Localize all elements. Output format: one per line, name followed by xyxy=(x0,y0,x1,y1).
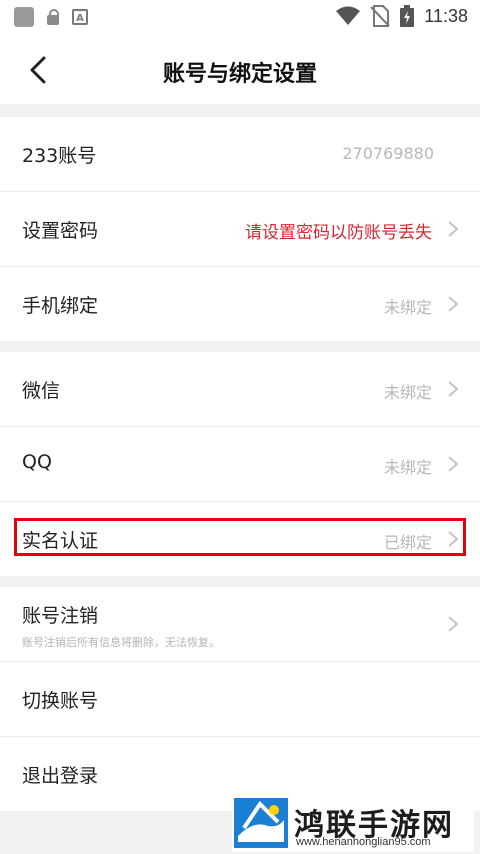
password-warning: 请设置密码以防账号丢失 xyxy=(245,223,432,243)
chevron-right-icon xyxy=(448,221,459,237)
red-highlight-box xyxy=(14,518,466,556)
row-label: 微信 xyxy=(22,380,61,402)
a-badge-icon: A xyxy=(72,9,88,25)
chevron-right-icon xyxy=(448,296,459,312)
status-bar: A 11:38 xyxy=(0,0,480,36)
account-id-value: 270769880 xyxy=(342,144,434,163)
phone-status: 未绑定 xyxy=(383,298,432,317)
row-qq[interactable]: QQ 未绑定 xyxy=(0,427,480,502)
clock-time: 11:38 xyxy=(424,5,468,26)
account-actions-group: 账号注销 账号注销后所有信息将删除，无法恢复。 切换账号 退出登录 xyxy=(0,587,480,811)
battery-charging-icon xyxy=(400,5,415,27)
row-set-password[interactable]: 设置密码 请设置密码以防账号丢失 xyxy=(0,192,480,267)
row-label: 切换账号 xyxy=(22,690,99,712)
page-title: 账号与绑定设置 xyxy=(162,62,317,87)
watermark: 鸿联手游网 www.henanhonglian95.com xyxy=(232,796,474,852)
row-label: 233账号 xyxy=(22,145,97,167)
qq-status: 未绑定 xyxy=(383,458,432,477)
chevron-right-icon xyxy=(448,616,459,632)
watermark-url: www.henanhonglian95.com xyxy=(296,836,431,848)
row-233-account: 233账号 270769880 xyxy=(0,117,480,192)
cancellation-hint: 账号注销后所有信息将删除，无法恢复。 xyxy=(22,636,220,649)
account-group: 233账号 270769880 设置密码 请设置密码以防账号丢失 手机绑定 未绑… xyxy=(0,117,480,341)
chevron-right-icon xyxy=(448,456,459,472)
chevron-right-icon xyxy=(448,381,459,397)
lock-icon xyxy=(46,9,60,25)
wifi-icon xyxy=(336,6,361,25)
status-right-icons: 11:38 xyxy=(336,5,468,27)
row-label: QQ xyxy=(22,451,52,473)
wechat-status: 未绑定 xyxy=(383,383,432,402)
notification-square-icon xyxy=(14,7,34,27)
site-logo-icon xyxy=(234,798,288,848)
row-account-cancellation[interactable]: 账号注销 账号注销后所有信息将删除，无法恢复。 xyxy=(0,587,480,662)
no-sim-icon xyxy=(370,5,391,27)
nav-bar: 账号与绑定设置 xyxy=(0,36,480,104)
row-wechat[interactable]: 微信 未绑定 xyxy=(0,352,480,427)
row-label: 手机绑定 xyxy=(22,295,99,317)
row-phone-binding[interactable]: 手机绑定 未绑定 xyxy=(0,267,480,341)
row-label: 设置密码 xyxy=(22,220,99,242)
row-label: 账号注销 xyxy=(22,605,99,627)
row-label: 退出登录 xyxy=(22,765,99,787)
status-left-icons: A xyxy=(14,7,88,27)
row-switch-account[interactable]: 切换账号 xyxy=(0,662,480,737)
